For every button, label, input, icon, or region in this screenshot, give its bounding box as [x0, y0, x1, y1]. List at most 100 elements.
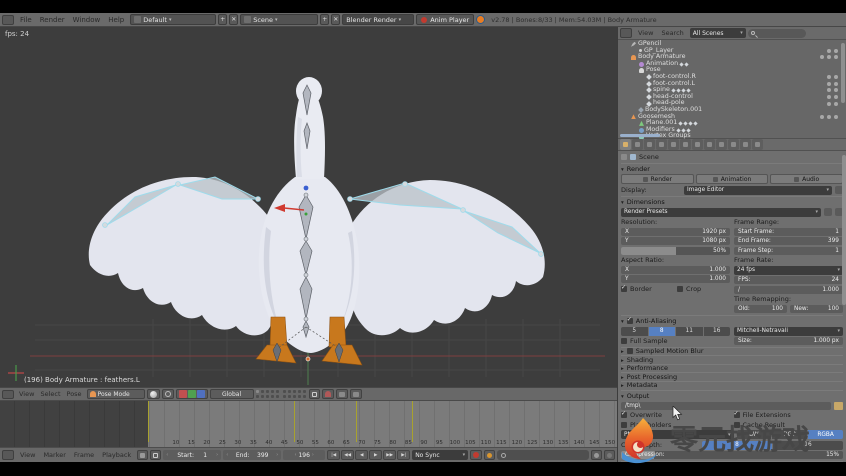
- menu-item[interactable]: Pose: [64, 390, 85, 398]
- play-button[interactable]: ▶: [369, 450, 382, 460]
- restrict-toggle-icon[interactable]: [827, 102, 831, 106]
- editor-type-icon[interactable]: [2, 15, 14, 25]
- props-tab-texture[interactable]: [728, 139, 739, 150]
- use-preview-range-toggle[interactable]: [137, 450, 148, 460]
- restrict-toggle-icon[interactable]: [834, 82, 838, 86]
- layer-dot[interactable]: [256, 390, 259, 393]
- restrict-toggle-icon[interactable]: [827, 49, 831, 53]
- prev-keyframe-button[interactable]: ◀◀: [341, 450, 354, 460]
- layer-dot[interactable]: [283, 395, 286, 398]
- outliner-item-spine[interactable]: spine: [618, 87, 840, 94]
- end-frame-field[interactable]: End: 399: [223, 450, 281, 460]
- render-button[interactable]: Render: [621, 174, 694, 184]
- panel-checkbox[interactable]: [627, 348, 633, 354]
- layer-dot[interactable]: [298, 395, 301, 398]
- layer-dot[interactable]: [256, 395, 259, 398]
- outliner-item-foot-control-r[interactable]: foot-control.R: [618, 74, 840, 81]
- insert-keyframe-button[interactable]: [591, 450, 602, 460]
- panel-post-processing[interactable]: Post Processing: [621, 372, 843, 381]
- properties-scrollbar[interactable]: [842, 155, 846, 305]
- menu-item[interactable]: Marker: [39, 451, 69, 459]
- outliner-hscrollbar[interactable]: [620, 134, 660, 137]
- layer-dot[interactable]: [303, 395, 306, 398]
- menu-item[interactable]: Help: [104, 16, 128, 24]
- layer-dot[interactable]: [271, 395, 274, 398]
- aspect-y-field[interactable]: Y1.000: [621, 275, 730, 283]
- menu-item[interactable]: View: [16, 451, 39, 459]
- start-frame-field[interactable]: Start: 1: [163, 450, 221, 460]
- render-animation-button[interactable]: Animation: [696, 174, 769, 184]
- layer-buttons[interactable]: [256, 390, 307, 399]
- aa-sample-8[interactable]: 8: [649, 327, 676, 336]
- border-checkbox[interactable]: Border: [621, 285, 674, 293]
- layer-dot[interactable]: [276, 395, 279, 398]
- panel-shading[interactable]: Shading: [621, 355, 843, 364]
- props-tab-object[interactable]: [668, 139, 679, 150]
- restrict-toggle-icon[interactable]: [827, 95, 831, 99]
- snap-toggle[interactable]: [322, 389, 334, 399]
- outliner-item-pose[interactable]: Pose: [618, 67, 840, 74]
- layer-dot[interactable]: [283, 390, 286, 393]
- lock-frame-toggle[interactable]: [150, 450, 161, 460]
- menu-item[interactable]: Window: [69, 16, 105, 24]
- menu-item[interactable]: Playback: [98, 451, 135, 459]
- next-keyframe-button[interactable]: ▶▶: [383, 450, 396, 460]
- pivot-point-dropdown[interactable]: [162, 389, 174, 399]
- layer-dot[interactable]: [293, 390, 296, 393]
- menu-item[interactable]: View: [634, 29, 657, 37]
- remap-new-field[interactable]: New:100: [790, 305, 843, 313]
- aa-filter-dropdown[interactable]: Mitchell-Netravali: [734, 327, 843, 336]
- layer-dot[interactable]: [266, 390, 269, 393]
- props-tab-physics[interactable]: [752, 139, 763, 150]
- restrict-toggle-icon[interactable]: [834, 75, 838, 79]
- props-tab-particles[interactable]: [740, 139, 751, 150]
- orientation-dropdown[interactable]: Global: [210, 389, 254, 399]
- menu-item[interactable]: File: [16, 16, 36, 24]
- menu-item[interactable]: Select: [37, 390, 63, 398]
- restrict-toggle-icon[interactable]: [827, 115, 831, 119]
- fps-preset-dropdown[interactable]: 24 fps: [734, 266, 843, 275]
- restrict-toggle-icon[interactable]: [820, 55, 824, 59]
- preset-add-button[interactable]: [824, 208, 832, 216]
- scale-manipulator-icon[interactable]: [197, 390, 205, 398]
- add-scene-button[interactable]: +: [320, 14, 329, 25]
- layer-dot[interactable]: [288, 395, 291, 398]
- delete-scene-button[interactable]: ✕: [331, 14, 340, 25]
- resolution-percentage-slider[interactable]: 50%: [621, 247, 730, 255]
- delete-keyframe-button[interactable]: [604, 450, 615, 460]
- output-path-field[interactable]: /tmp\: [621, 402, 831, 410]
- manipulator-buttons[interactable]: [176, 389, 208, 399]
- keying-set-field[interactable]: [497, 450, 589, 460]
- aa-sample-16[interactable]: 16: [704, 327, 731, 336]
- restrict-toggle-icon[interactable]: [827, 75, 831, 79]
- layer-dot[interactable]: [276, 390, 279, 393]
- props-tab-render-layers[interactable]: [632, 139, 643, 150]
- resolution-y-field[interactable]: Y1080 px: [621, 237, 730, 245]
- fps-field[interactable]: FPS:24: [734, 276, 843, 284]
- props-tab-data[interactable]: [704, 139, 715, 150]
- layer-dot[interactable]: [261, 390, 264, 393]
- restrict-toggle-icon[interactable]: [834, 95, 838, 99]
- anim-player-button[interactable]: Anim Player: [416, 14, 474, 25]
- current-frame-field[interactable]: 196: [283, 450, 325, 460]
- layer-dot[interactable]: [293, 395, 296, 398]
- full-sample-checkbox[interactable]: Full Sample: [621, 337, 730, 345]
- restrict-toggle-icon[interactable]: [834, 115, 838, 119]
- menu-item[interactable]: Render: [36, 16, 69, 24]
- record-button[interactable]: [470, 450, 482, 460]
- props-tab-render[interactable]: [620, 139, 631, 150]
- start-frame-field[interactable]: Start Frame:1: [734, 228, 843, 236]
- 3d-viewport[interactable]: fps: 24 (196) Body Armature : feathers.L: [0, 27, 617, 387]
- layer-dot[interactable]: [271, 390, 274, 393]
- panel-output[interactable]: Output: [621, 390, 843, 400]
- outliner-editor-icon[interactable]: [620, 28, 632, 38]
- anti-aliasing-checkbox[interactable]: [627, 318, 633, 324]
- render-engine-dropdown[interactable]: Blender Render: [342, 14, 414, 25]
- frame-step-field[interactable]: Frame Step:1: [734, 247, 843, 255]
- render-audio-button[interactable]: Audio: [770, 174, 843, 184]
- restrict-toggle-icon[interactable]: [834, 88, 838, 92]
- screen-layout-dropdown[interactable]: Default: [130, 14, 216, 25]
- delete-layout-button[interactable]: ✕: [229, 14, 238, 25]
- restrict-toggle-icon[interactable]: [834, 102, 838, 106]
- end-frame-field[interactable]: End Frame:399: [734, 237, 843, 245]
